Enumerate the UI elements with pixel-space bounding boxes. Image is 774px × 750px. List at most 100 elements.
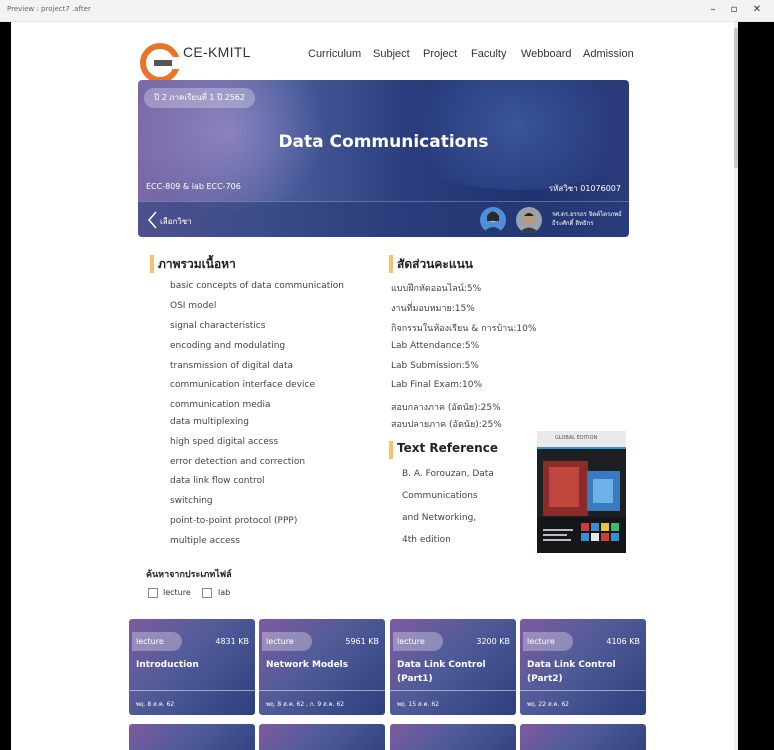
topic-item: switching <box>170 496 213 506</box>
back-label: เลือกวิชา <box>160 217 192 226</box>
window-titlebar: Preview : project7 .after – ▫ ✕ <box>0 0 774 22</box>
topic-item: signal characteristics <box>170 321 266 331</box>
course-codes: ECC-809 & lab ECC-706 <box>146 182 241 191</box>
lecture-card[interactable]: lecture 4831 KB Introduction พฤ. 8 ส.ค. … <box>129 619 255 715</box>
teacher-name: ธีระศักดิ์ สิทธิกร <box>552 220 594 227</box>
card-title: Data Link Control (Part2) <box>527 660 616 684</box>
card-date: พฤ. 22 ส.ค. 62 <box>527 701 569 708</box>
nav-curriculum[interactable]: Curriculum <box>308 48 361 60</box>
window-title: Preview : project7 .after <box>7 5 91 13</box>
page: CE-KMITL Curriculum Subject Project Facu… <box>11 22 734 750</box>
close-icon[interactable]: ✕ <box>750 4 764 16</box>
file-type-tag: lecture <box>132 632 182 651</box>
reference-heading: Text Reference <box>389 441 498 459</box>
card-divider <box>520 690 646 691</box>
nav-faculty[interactable]: Faculty <box>471 48 506 60</box>
reference-line: and Networking, <box>402 513 477 523</box>
teacher-names: รศ.ดร.อรรถร จิตต์ไตรภพธ์ ธีระศักดิ์ สิทธ… <box>552 210 622 228</box>
heading-accent <box>389 255 393 273</box>
file-type-tag: lecture <box>393 632 443 651</box>
topic-item: multiple access <box>170 536 240 546</box>
reference-line: Communications <box>402 491 478 501</box>
topic-item: communication interface device <box>170 380 316 390</box>
grading-heading: สัดส่วนคะแนน <box>389 255 473 274</box>
banner-bottom-bar: เลือกวิชา รศ.ดร.อรรถร จิตต์ไตรภพธ์ ธีระศ… <box>138 201 629 237</box>
lecture-card[interactable] <box>129 724 255 750</box>
reference-line: 4th edition <box>402 535 451 545</box>
lecture-card[interactable] <box>259 724 385 750</box>
lecture-card[interactable] <box>520 724 646 750</box>
file-type-tag: lecture <box>523 632 573 651</box>
teacher-name: รศ.ดร.อรรถร จิตต์ไตรภพธ์ <box>552 211 622 218</box>
overview-heading-text: ภาพรวมเนื้อหา <box>158 257 236 271</box>
card-date: พฤ. 8 ส.ค. 62 , ก. 9 ส.ค. 62 <box>266 701 345 708</box>
card-divider <box>259 690 385 691</box>
book-edition-label: GLOBAL EDITION <box>555 435 598 441</box>
lecture-card[interactable]: lecture 3200 KB Data Link Control (Part1… <box>390 619 516 715</box>
course-title: Data Communications <box>278 132 489 152</box>
grade-item: กิจกรรมในห้องเรียน & การบ้าน:10% <box>391 324 537 334</box>
subject-code: รหัสวิชา 01076007 <box>548 184 621 193</box>
topic-item: high sped digital access <box>170 437 279 447</box>
teacher-avatar <box>480 207 506 233</box>
lecture-card[interactable]: lecture 5961 KB Network Models พฤ. 8 ส.ค… <box>259 619 385 715</box>
card-date: พฤ. 15 ส.ค. 62 <box>397 701 439 708</box>
grade-item: Lab Attendance:5% <box>391 341 480 351</box>
term-badge: ปี 2 ภาคเรียนที่ 1 ปี 2562 <box>144 88 255 108</box>
topic-item: data multiplexing <box>170 417 249 427</box>
file-size: 4831 KB <box>215 637 249 646</box>
grading-heading-text: สัดส่วนคะแนน <box>397 257 473 271</box>
topic-item: error detection and correction <box>170 457 306 467</box>
brand-name[interactable]: CE-KMITL <box>183 44 251 60</box>
grade-item: แบบฝึกหัดออนไลน์:5% <box>391 284 482 294</box>
maximize-icon[interactable]: ▫ <box>727 4 741 16</box>
grade-item: งานที่มอบหมาย:15% <box>391 304 475 314</box>
minimize-icon[interactable]: – <box>706 4 720 16</box>
card-title: Data Link Control (Part1) <box>397 660 486 684</box>
overview-heading: ภาพรวมเนื้อหา <box>150 255 236 274</box>
grade-item: สอบกลางภาค (อัตนัย):25% <box>391 403 501 413</box>
file-size: 3200 KB <box>476 637 510 646</box>
card-divider <box>129 690 255 691</box>
nav-project[interactable]: Project <box>423 48 457 60</box>
card-title: Network Models <box>266 660 349 670</box>
heading-accent <box>150 255 154 273</box>
scrollbar-thumb[interactable] <box>734 28 738 168</box>
lecture-checkbox[interactable] <box>148 588 158 598</box>
topic-item: basic concepts of data communication <box>170 281 344 291</box>
lab-checkbox[interactable] <box>202 588 212 598</box>
grade-item: สอบปลายภาค (อัตนัย):25% <box>391 420 502 430</box>
nav-subject[interactable]: Subject <box>373 48 410 60</box>
filter-heading: ค้นหาจากประเภทไฟล์ <box>146 570 232 580</box>
file-type-tag: lecture <box>262 632 312 651</box>
lab-checkbox-label[interactable]: lab <box>218 588 230 597</box>
nav-webboard[interactable]: Webboard <box>521 48 572 60</box>
course-banner: ปี 2 ภาคเรียนที่ 1 ปี 2562 Data Communic… <box>138 80 629 237</box>
heading-accent <box>389 441 393 459</box>
topic-item: transmission of digital data <box>170 361 293 371</box>
nav-admission[interactable]: Admission <box>583 48 634 60</box>
lecture-card[interactable] <box>390 724 516 750</box>
topic-item: encoding and modulating <box>170 341 286 351</box>
vertical-scrollbar[interactable] <box>734 22 738 750</box>
topic-item: communication media <box>170 400 271 410</box>
grade-item: Lab Final Exam:10% <box>391 380 483 390</box>
lecture-card[interactable]: lecture 4106 KB Data Link Control (Part2… <box>520 619 646 715</box>
back-button[interactable]: เลือกวิชา <box>146 210 206 230</box>
reference-line: B. A. Forouzan, Data <box>402 469 494 479</box>
topic-item: point-to-point protocol (PPP) <box>170 516 298 526</box>
teacher-avatar <box>516 207 542 233</box>
topic-item: data link flow control <box>170 476 265 486</box>
card-title: Introduction <box>136 660 199 670</box>
book-cover-image: GLOBAL EDITION <box>537 431 626 553</box>
lecture-checkbox-label[interactable]: lecture <box>163 588 191 597</box>
grade-item: Lab Submission:5% <box>391 361 479 371</box>
card-divider <box>390 690 516 691</box>
reference-heading-text: Text Reference <box>397 441 498 455</box>
file-size: 5961 KB <box>345 637 379 646</box>
card-date: พฤ. 8 ส.ค. 62 <box>136 701 175 708</box>
file-size: 4106 KB <box>606 637 640 646</box>
chevron-left-icon <box>148 211 157 229</box>
ce-kmitl-logo-icon[interactable] <box>140 43 180 83</box>
topic-item: OSI model <box>170 301 217 311</box>
